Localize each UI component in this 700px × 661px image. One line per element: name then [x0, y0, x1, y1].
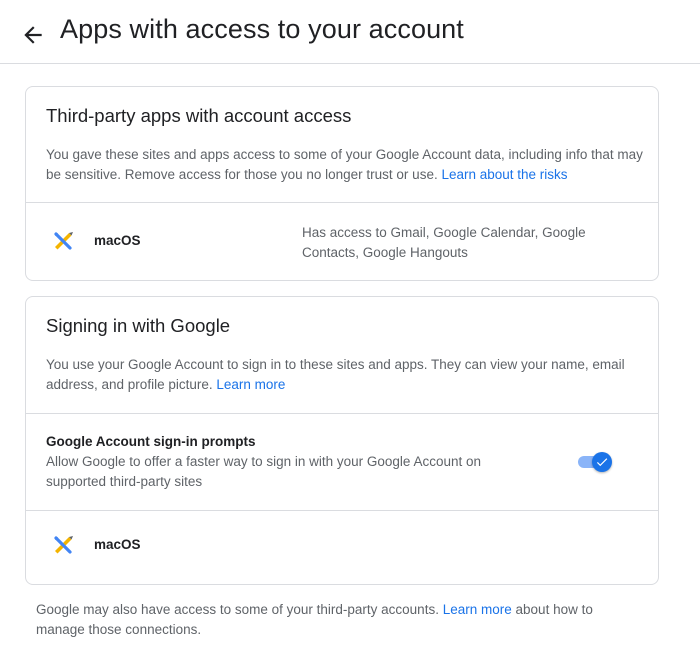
signing-in-description: You use your Google Account to sign in t…: [46, 355, 646, 394]
footer-learn-more-link[interactable]: Learn more: [443, 602, 512, 617]
third-party-apps-description: You gave these sites and apps access to …: [46, 145, 646, 184]
learn-about-risks-link[interactable]: Learn about the risks: [441, 167, 567, 182]
back-button[interactable]: [20, 22, 46, 48]
app-row-macos[interactable]: macOS: [26, 511, 658, 584]
footer-text: Google may also have access to some of y…: [36, 600, 636, 640]
macos-app-icon: [52, 230, 74, 252]
sign-in-prompts-description: Allow Google to offer a faster way to si…: [46, 454, 481, 489]
signing-in-title: Signing in with Google: [46, 315, 231, 336]
app-row-macos[interactable]: macOS Has access to Gmail, Google Calend…: [26, 203, 658, 281]
page-title: Apps with access to your account: [60, 14, 464, 44]
arrow-back-icon: [20, 22, 46, 48]
third-party-apps-card: Third-party apps with account access You…: [25, 86, 659, 281]
app-name: macOS: [94, 537, 141, 552]
third-party-apps-title: Third-party apps with account access: [46, 105, 352, 126]
signing-in-with-google-card: Signing in with Google You use your Goog…: [25, 296, 659, 585]
toggle-thumb: [592, 452, 612, 472]
divider: [26, 413, 658, 414]
sign-in-prompts-title: Google Account sign-in prompts: [46, 434, 256, 449]
footer-text-before: Google may also have access to some of y…: [36, 602, 439, 617]
learn-more-link[interactable]: Learn more: [216, 377, 285, 392]
top-bar: Apps with access to your account: [0, 0, 700, 64]
app-name: macOS: [94, 233, 141, 248]
signing-in-description-text: You use your Google Account to sign in t…: [46, 357, 625, 392]
app-access-description: Has access to Gmail, Google Calendar, Go…: [302, 225, 586, 260]
sign-in-prompts-toggle[interactable]: [576, 450, 612, 474]
macos-app-icon: [52, 534, 74, 556]
